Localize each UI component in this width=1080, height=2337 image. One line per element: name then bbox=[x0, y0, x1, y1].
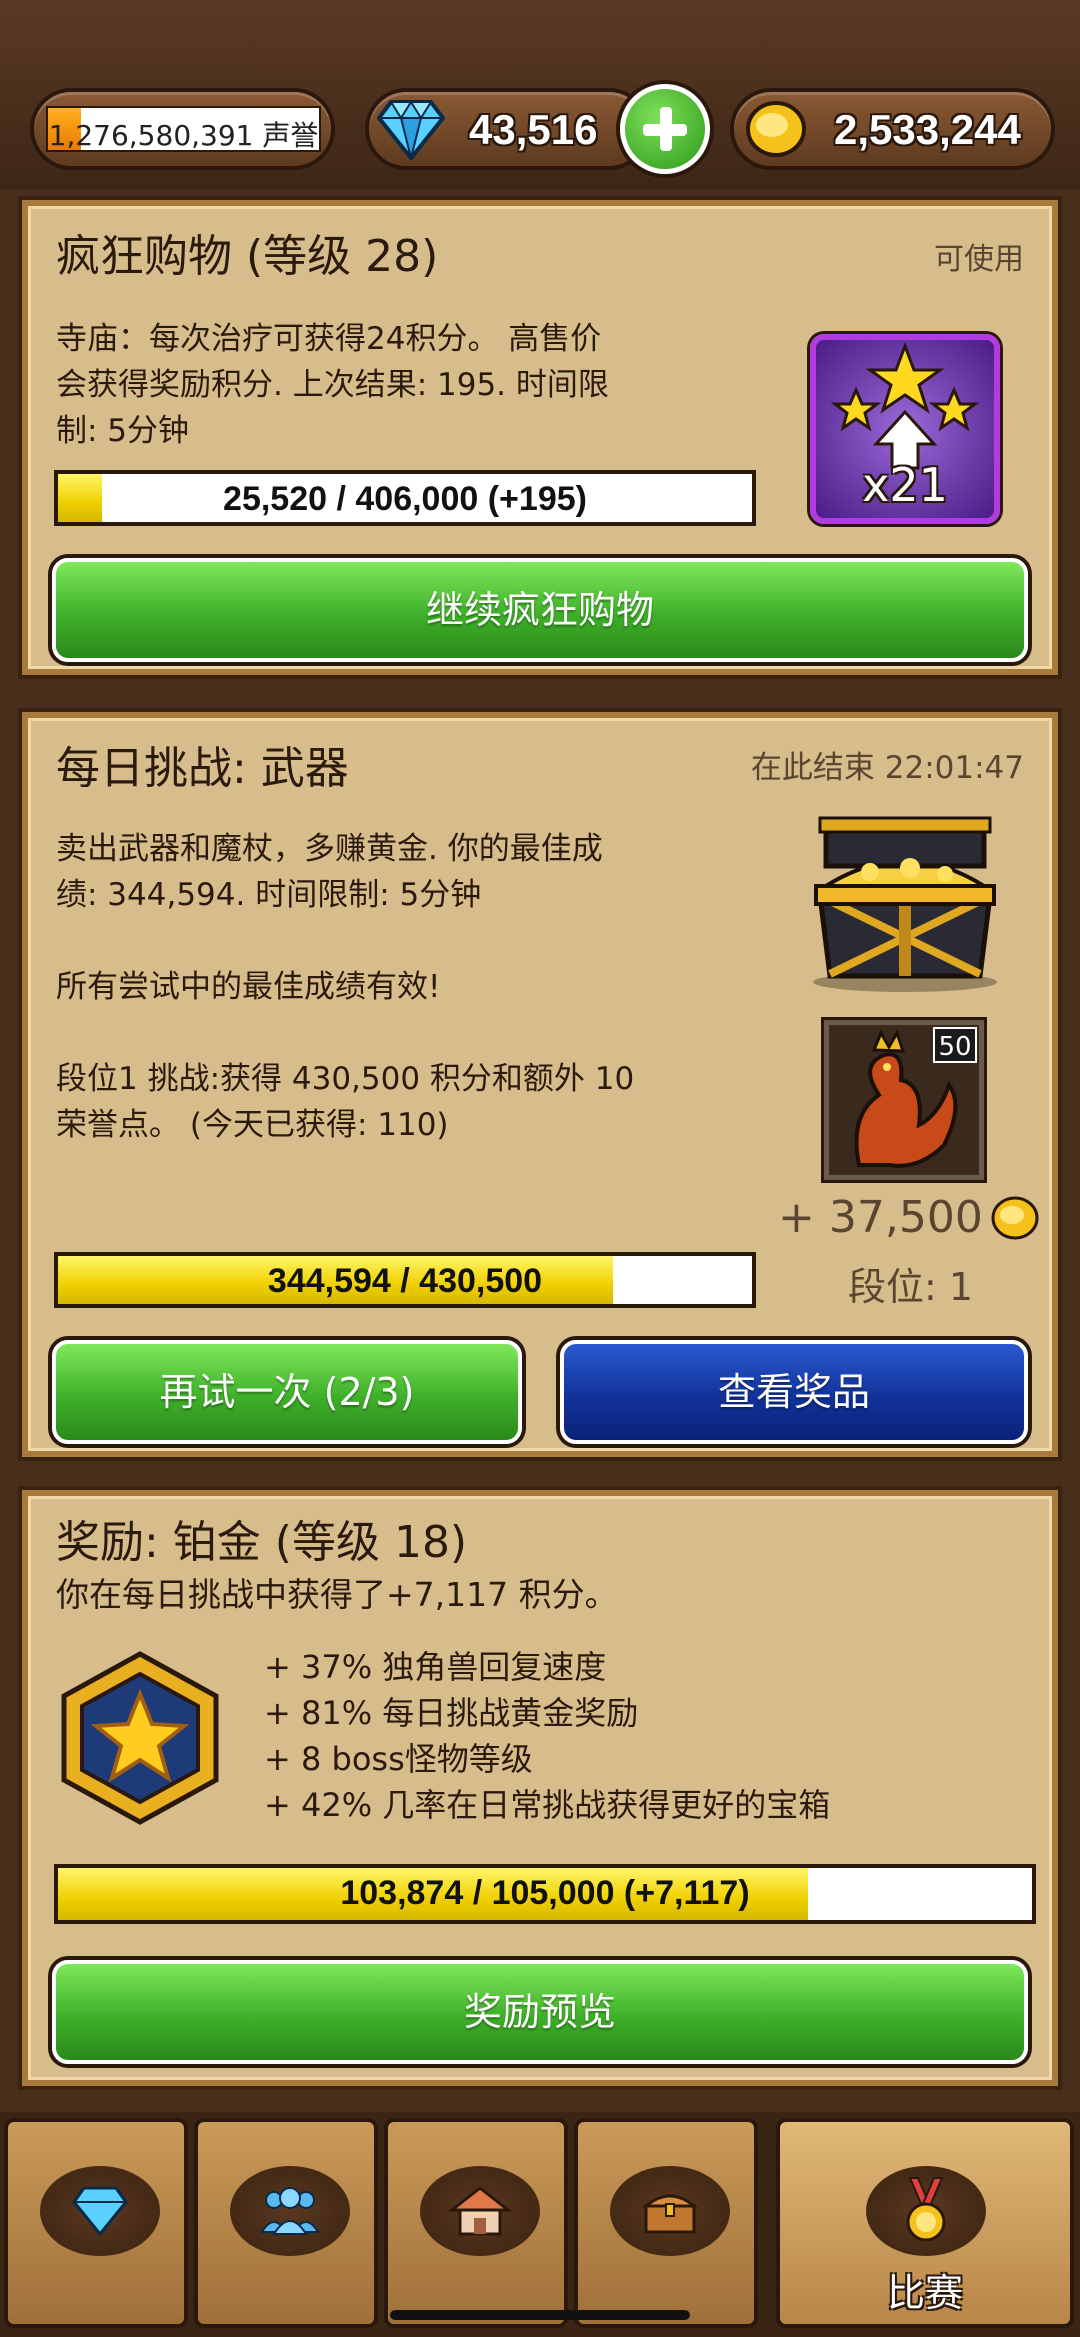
house-icon bbox=[448, 2186, 512, 2236]
daily-progress-bar: 344,594 / 430,500 bbox=[54, 1252, 756, 1308]
nav-icon-well bbox=[420, 2166, 540, 2256]
reward-gold-amount: + 37,500 bbox=[778, 1192, 983, 1243]
multiplier-text: x21 bbox=[862, 458, 948, 512]
shopping-desc-line: 制: 5分钟 bbox=[56, 413, 190, 449]
shopping-desc-line: 会获得奖励积分. 上次结果: 195. 时间限 bbox=[56, 367, 609, 403]
reward-perk: + 8 boss怪物等级 bbox=[264, 1740, 533, 1778]
daily-desc-line: 所有尝试中的最佳成绩有效! bbox=[56, 969, 441, 1005]
gold-display[interactable]: 2,533,244 bbox=[730, 88, 1055, 170]
tab-competition[interactable]: 比赛 bbox=[776, 2118, 1074, 2328]
star-multiplier-badge[interactable]: x21 bbox=[810, 334, 1000, 524]
gem-display[interactable]: 43,516 bbox=[365, 88, 650, 170]
shopping-desc-line: 寺庙：每次治疗可获得24积分。 高售价 bbox=[56, 321, 602, 357]
retry-button[interactable]: 再试一次 (2/3) bbox=[52, 1340, 522, 1444]
rank-label: 段位: 1 bbox=[848, 1265, 974, 1309]
reward-tier-panel: 奖励: 铂金 (等级 18) 你在每日挑战中获得了+7,117 积分。 + 37… bbox=[22, 1490, 1058, 2086]
reward-title: 奖励: 铂金 (等级 18) bbox=[56, 1517, 468, 1568]
daily-desc-line: 卖出武器和魔杖，多赚黄金. 你的最佳成 bbox=[56, 831, 603, 867]
shopping-description: 寺庙：每次治疗可获得24积分。 高售价 会获得奖励积分. 上次结果: 195. … bbox=[56, 316, 609, 454]
tab-chests[interactable] bbox=[574, 2118, 758, 2328]
view-prizes-button[interactable]: 查看奖品 bbox=[560, 1340, 1028, 1444]
tab-town[interactable] bbox=[384, 2118, 568, 2328]
gold-coin-icon bbox=[746, 101, 806, 157]
reward-perks-list: + 37% 独角兽回复速度 + 81% 每日挑战黄金奖励 + 8 boss怪物等… bbox=[264, 1644, 830, 1828]
daily-challenge-panel: 每日挑战: 武器 在此结束 22:01:47 卖出武器和魔杖，多赚黄金. 你的最… bbox=[22, 712, 1058, 1457]
daily-description: 卖出武器和魔杖，多赚黄金. 你的最佳成 绩: 344,594. 时间限制: 5分… bbox=[56, 826, 634, 1148]
card-level-badge: 50 bbox=[933, 1027, 977, 1063]
honor-value: 1,276,580,391 声誉 bbox=[48, 119, 319, 152]
dragon-reward-card[interactable]: 50 bbox=[824, 1020, 984, 1180]
reward-perk: + 37% 独角兽回复速度 bbox=[264, 1648, 607, 1686]
reward-preview-button[interactable]: 奖励预览 bbox=[52, 1960, 1028, 2064]
star-shield-icon bbox=[61, 1651, 219, 1825]
reward-perk: + 42% 几率在日常挑战获得更好的宝箱 bbox=[264, 1786, 831, 1824]
reward-progress-text: 103,874 / 105,000 (+7,117) bbox=[340, 1874, 750, 1912]
shopping-spree-panel: 疯狂购物 (等级 28) 可使用 寺庙：每次治疗可获得24积分。 高售价 会获得… bbox=[22, 200, 1058, 675]
medal-icon bbox=[906, 2177, 946, 2242]
continue-shopping-button[interactable]: 继续疯狂购物 bbox=[52, 558, 1028, 662]
daily-progress-text: 344,594 / 430,500 bbox=[267, 1262, 543, 1300]
gem-count: 43,516 bbox=[469, 106, 598, 153]
nav-icon-well bbox=[230, 2166, 350, 2256]
shopping-progress-text: 25,520 / 406,000 (+195) bbox=[223, 480, 587, 518]
diamond-icon bbox=[72, 2186, 128, 2236]
daily-title: 每日挑战: 武器 bbox=[56, 743, 349, 794]
chest-icon bbox=[641, 2194, 699, 2234]
nav-icon-well bbox=[866, 2166, 986, 2256]
diamond-icon bbox=[377, 100, 445, 160]
tab-shop[interactable] bbox=[4, 2118, 188, 2328]
honor-progress-bar: 1,276,580,391 声誉 bbox=[46, 106, 321, 152]
honor-display[interactable]: 1,276,580,391 声誉 bbox=[30, 88, 335, 170]
tab-competition-label: 比赛 bbox=[886, 2271, 963, 2315]
reward-subtitle: 你在每日挑战中获得了+7,117 积分。 bbox=[56, 1575, 618, 1614]
tab-team[interactable] bbox=[194, 2118, 378, 2328]
platinum-rank-badge bbox=[50, 1648, 230, 1828]
nav-icon-well bbox=[610, 2166, 730, 2256]
daily-desc-line: 段位1 挑战:获得 430,500 积分和额外 10 bbox=[56, 1061, 635, 1097]
daily-end-time: 在此结束 22:01:47 bbox=[750, 750, 1024, 786]
nav-icon-well bbox=[40, 2166, 160, 2256]
gold-count: 2,533,244 bbox=[834, 106, 1021, 153]
shopping-status: 可使用 bbox=[934, 242, 1024, 277]
reward-progress-bar: 103,874 / 105,000 (+7,117) bbox=[54, 1864, 1036, 1924]
treasure-chest-icon bbox=[800, 806, 1010, 996]
daily-desc-line: 荣誉点。 (今天已获得: 110) bbox=[56, 1107, 449, 1143]
add-gems-button[interactable] bbox=[620, 84, 710, 174]
shopping-title: 疯狂购物 (等级 28) bbox=[56, 231, 439, 282]
shopping-progress-bar: 25,520 / 406,000 (+195) bbox=[54, 470, 756, 526]
gold-coin-icon bbox=[991, 1196, 1039, 1240]
reward-perk: + 81% 每日挑战黄金奖励 bbox=[264, 1694, 639, 1732]
home-indicator[interactable] bbox=[390, 2310, 690, 2320]
people-icon bbox=[260, 2187, 320, 2235]
daily-desc-line: 绩: 344,594. 时间限制: 5分钟 bbox=[56, 877, 482, 913]
